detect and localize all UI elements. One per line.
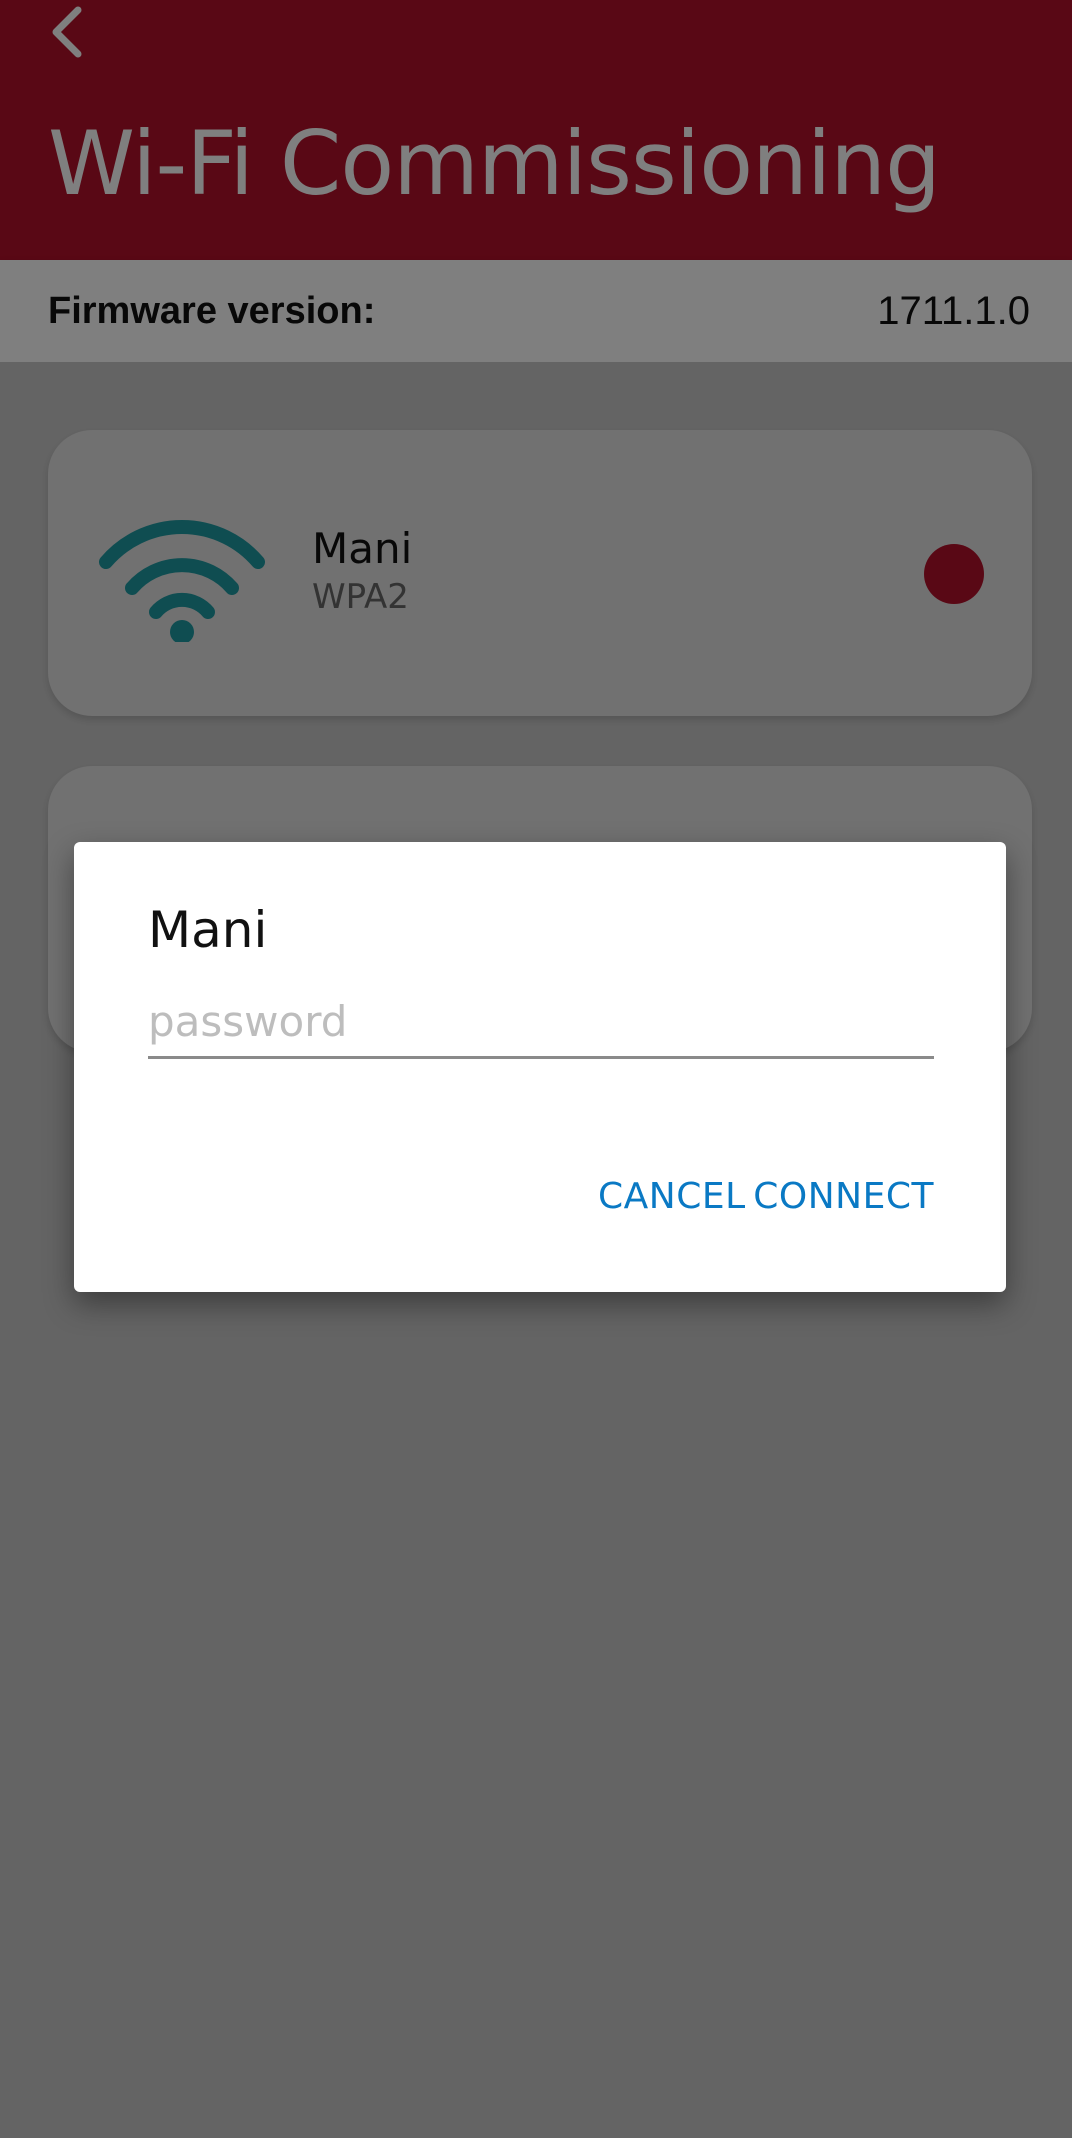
cancel-button[interactable]: CANCEL — [598, 1172, 746, 1222]
password-underline — [148, 1056, 934, 1059]
dialog-title: Mani — [148, 901, 268, 959]
connect-button[interactable]: CONNECT — [753, 1172, 934, 1222]
password-dialog: Mani CANCEL CONNECT — [74, 842, 1006, 1292]
password-input[interactable] — [148, 990, 934, 1052]
